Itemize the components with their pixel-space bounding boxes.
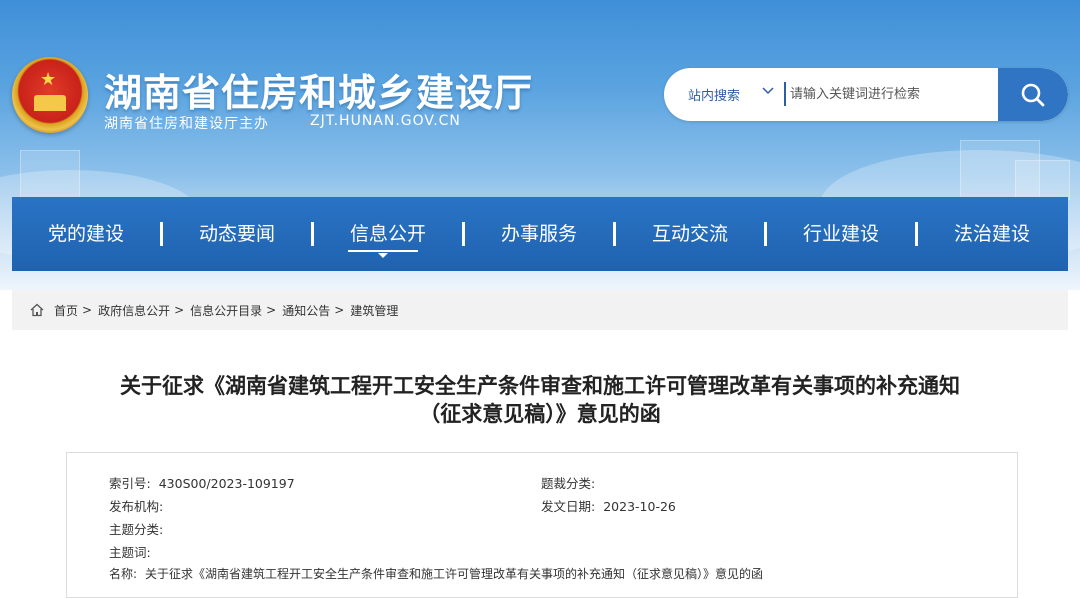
document-meta-table: 索引号: 430S00/2023-109197 题裁分类: 发布机构: 发文日期:… [66,452,1018,598]
nav-item-rule-of-law[interactable]: 法治建设 [918,197,1066,271]
meta-value: 2023-10-26 [603,499,676,514]
nav-label: 行业建设 [802,223,879,245]
nav-label: 党的建设 [47,223,124,245]
breadcrumb-gov-info[interactable]: 政府信息公开 [98,302,170,319]
document-title: 关于征求《湖南省建筑工程开工安全生产条件审查和施工许可管理改革有关事项的补充通知… [12,372,1068,428]
nav-item-industry[interactable]: 行业建设 [767,197,915,271]
meta-index: 索引号: 430S00/2023-109197 [109,473,295,492]
meta-date: 发文日期: 2023-10-26 [541,496,676,515]
nav-label: 互动交流 [651,223,728,245]
meta-topic: 主题分类: [109,519,171,538]
home-icon[interactable] [30,303,44,317]
main-nav: 党的建设 动态要闻 信息公开 办事服务 互动交流 行业建设 法治建设 [12,197,1068,271]
nav-label: 办事服务 [500,223,577,245]
breadcrumb-separator: > [266,303,277,317]
search-button[interactable] [998,68,1068,121]
site-title[interactable]: 湖南省住房和城乡建设厅 [104,62,533,117]
national-emblem-icon: ★ [12,57,88,133]
meta-name: 名称: 关于征求《湖南省建筑工程开工安全生产条件审查和施工许可管理改革有关事项的补… [109,565,763,582]
meta-label: 发布机构: [109,499,164,514]
meta-genre: 题裁分类: [541,473,603,492]
nav-item-party-building[interactable]: 党的建设 [12,197,160,271]
breadcrumb: 首页 > 政府信息公开 > 信息公开目录 > 通知公告 > 建筑管理 [12,290,1068,330]
meta-label: 主题词: [109,545,151,560]
search-icon [1021,83,1045,106]
caret-down-icon [378,253,388,258]
search-divider [784,82,786,106]
site-sponsor: 湖南省住房和建设厅主办 [104,116,269,132]
search-box: 站内搜索 [664,68,1068,121]
breadcrumb-separator: > [82,303,93,317]
breadcrumb-notices[interactable]: 通知公告 [282,302,330,319]
nav-label: 法治建设 [953,223,1030,245]
meta-keywords: 主题词: [109,542,159,561]
meta-label: 索引号: [109,476,151,491]
nav-label: 动态要闻 [198,223,275,245]
breadcrumb-home[interactable]: 首页 [54,302,78,319]
nav-label: 信息公开 [349,223,426,245]
nav-item-services[interactable]: 办事服务 [465,197,613,271]
content-area: 首页 > 政府信息公开 > 信息公开目录 > 通知公告 > 建筑管理 关于征求《… [12,290,1068,598]
meta-label: 发文日期: [541,499,596,514]
breadcrumb-separator: > [174,303,185,317]
chevron-down-icon[interactable] [761,83,775,101]
search-input[interactable] [790,76,990,112]
meta-label: 主题分类: [109,522,164,537]
meta-value: 430S00/2023-109197 [158,476,295,491]
site-domain: ZJT.HUNAN.GOV.CN [310,113,461,129]
nav-item-interaction[interactable]: 互动交流 [616,197,764,271]
breadcrumb-construction[interactable]: 建筑管理 [350,302,398,319]
meta-value: 关于征求《湖南省建筑工程开工安全生产条件审查和施工许可管理改革有关事项的补充通知… [145,567,764,581]
nav-item-news[interactable]: 动态要闻 [163,197,311,271]
document-title-line2: （征求意见稿）》意见的函 [419,402,661,426]
document-title-line1: 关于征求《湖南省建筑工程开工安全生产条件审查和施工许可管理改革有关事项的补充通知 [120,374,960,398]
meta-label: 题裁分类: [541,476,596,491]
breadcrumb-separator: > [334,303,345,317]
breadcrumb-info-catalog[interactable]: 信息公开目录 [190,302,262,319]
meta-label: 名称: [109,567,138,581]
search-scope-select[interactable]: 站内搜索 [688,85,740,104]
active-underline [348,250,418,252]
nav-item-info-disclosure[interactable]: 信息公开 [314,197,462,271]
meta-publisher: 发布机构: [109,496,171,515]
